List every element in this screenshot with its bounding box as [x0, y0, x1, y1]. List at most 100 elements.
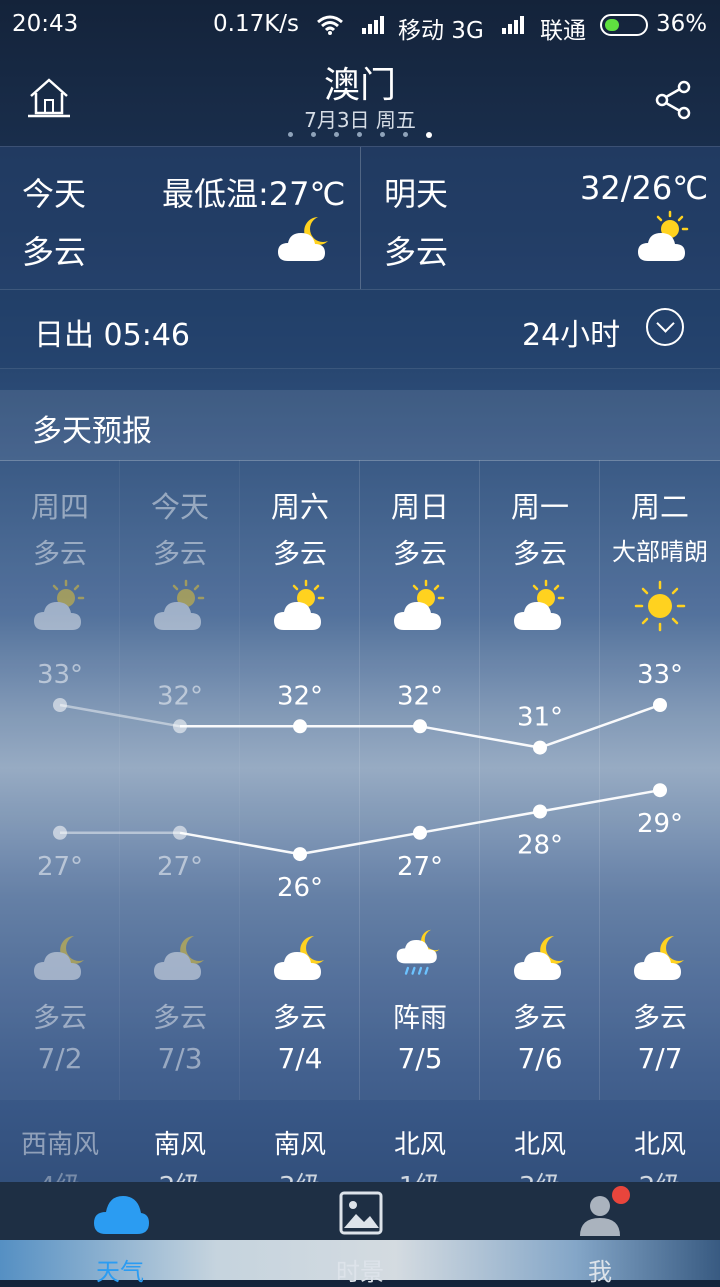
night-condition: 阵雨	[393, 1003, 447, 1034]
wind-row: 西南风 4级 南风 2级 南风 3级 北风 1级 北风 3级 北风 2级	[0, 1110, 720, 1202]
night-condition: 多云	[153, 1003, 207, 1034]
day-name: 周一	[510, 490, 569, 524]
nav-label-scenes: 时景	[336, 1258, 384, 1286]
day-name: 周日	[390, 490, 449, 524]
low-temp-point	[533, 804, 547, 819]
day-name: 周六	[270, 490, 329, 524]
high-temp-point	[53, 698, 67, 712]
sunrise-bar: 日出 05:46 24小时	[0, 290, 720, 369]
nav-item-me[interactable]: 我	[540, 1182, 660, 1286]
day-name: 周四	[30, 490, 89, 524]
high-temp-label: 32°	[397, 681, 443, 711]
battery-icon	[600, 14, 648, 36]
today-label: 今天	[22, 175, 87, 213]
partly-cloudy-day-icon	[638, 210, 689, 261]
partly-cloudy-day-icon	[34, 579, 85, 630]
tomorrow-temp: 32/26℃	[580, 169, 709, 207]
high-temp-point	[293, 719, 307, 734]
low-temp-point	[293, 847, 307, 862]
wind-direction: 北风	[633, 1130, 686, 1160]
low-temp-label: 28°	[517, 831, 563, 861]
wind-direction: 北风	[393, 1130, 446, 1160]
low-temp-label: 27°	[397, 852, 443, 882]
low-temp-label: 29°	[637, 809, 683, 839]
forecast-date: 7/5	[397, 1042, 443, 1075]
picture-icon	[339, 1191, 383, 1235]
today-condition: 多云	[22, 233, 87, 271]
high-temp-point	[653, 698, 667, 712]
chevron-down-icon[interactable]	[646, 308, 684, 346]
battery-percent: 36%	[656, 11, 708, 37]
partly-cloudy-night-icon	[634, 936, 684, 980]
low-temp-point	[413, 825, 427, 840]
high-temp-label: 33°	[37, 660, 83, 690]
bottom-nav: 天气 时景 我	[0, 1182, 720, 1286]
forecast-date: 7/6	[517, 1042, 563, 1075]
partly-cloudy-night-icon	[154, 936, 204, 980]
network-speed: 0.17K/s	[213, 11, 300, 37]
low-temp-label: 26°	[277, 873, 323, 903]
high-temp-label: 32°	[157, 681, 203, 711]
low-temp-point	[653, 783, 667, 798]
high-temp-label: 33°	[637, 660, 683, 690]
partly-cloudy-night-icon	[34, 936, 84, 980]
page-indicator	[288, 132, 438, 140]
forecast-date: 7/4	[277, 1042, 323, 1075]
today-tomorrow-panel: 今天 最低温:27℃ 多云 明天 32/26℃ 多云	[0, 146, 720, 290]
high-temp-point	[413, 719, 427, 734]
header: 澳门 7月3日 周五	[0, 52, 720, 146]
forecast-title: 多天预报	[32, 414, 152, 449]
wind-direction: 北风	[513, 1130, 566, 1160]
hourly-toggle-label[interactable]: 24小时	[522, 310, 620, 354]
forecast-date: 7/2	[37, 1042, 83, 1075]
day-condition: 大部晴朗	[612, 538, 708, 566]
night-condition: 多云	[633, 1003, 687, 1034]
nav-label-weather: 天气	[96, 1258, 144, 1286]
low-temp-label: 27°	[37, 852, 83, 882]
partly-cloudy-day-icon	[154, 579, 205, 630]
day-condition: 多云	[273, 539, 327, 570]
wifi-icon	[317, 15, 343, 35]
day-condition: 多云	[33, 539, 87, 570]
high-temp-label: 32°	[277, 681, 323, 711]
high-temp-point	[533, 740, 547, 755]
tomorrow-label: 明天	[384, 175, 449, 213]
night-condition: 多云	[513, 1003, 567, 1034]
day-condition: 多云	[513, 539, 567, 570]
sun-icon	[634, 580, 686, 632]
wind-direction: 南风	[273, 1130, 326, 1160]
sunrise-time: 日出 05:46	[34, 318, 190, 353]
today-low-temp: 最低温:27℃	[162, 175, 346, 213]
forecast-date: 7/7	[637, 1042, 683, 1075]
nav-label-me: 我	[588, 1258, 612, 1286]
signal-icon	[502, 14, 528, 34]
day-name: 周二	[630, 490, 689, 524]
share-icon[interactable]	[654, 80, 694, 120]
forecast-header: 多天预报	[0, 390, 720, 461]
tomorrow-condition: 多云	[384, 233, 449, 271]
nav-item-scenes[interactable]: 时景	[300, 1182, 420, 1286]
day-condition: 多云	[153, 539, 207, 570]
notification-badge	[612, 1186, 630, 1204]
partly-cloudy-night-icon	[278, 217, 328, 261]
signal-icon	[362, 14, 388, 34]
day-condition: 多云	[393, 539, 447, 570]
city-name[interactable]: 澳门	[0, 56, 720, 108]
night-condition: 多云	[273, 1003, 327, 1034]
status-time: 20:43	[12, 11, 79, 37]
day-name: 今天	[150, 490, 209, 524]
night-condition: 多云	[33, 1003, 87, 1034]
high-temp-point	[173, 719, 187, 734]
partly-cloudy-night-icon	[274, 936, 324, 980]
high-temp-label: 31°	[517, 703, 563, 733]
partly-cloudy-day-icon	[274, 579, 325, 630]
nav-item-weather[interactable]: 天气	[60, 1182, 180, 1286]
date-label: 7月3日 周五	[304, 108, 416, 132]
temperature-chart: 33° 32° 32° 32° 31° 33° 27° 27° 26° 27° 28° 29°	[37, 660, 683, 903]
carrier-1: 移动 3G	[398, 18, 484, 44]
wind-direction: 南风	[153, 1130, 206, 1160]
partly-cloudy-night-icon	[514, 936, 564, 980]
low-temp-label: 27°	[157, 852, 203, 882]
wind-direction: 西南风	[20, 1130, 99, 1160]
partly-cloudy-day-icon	[514, 579, 565, 630]
